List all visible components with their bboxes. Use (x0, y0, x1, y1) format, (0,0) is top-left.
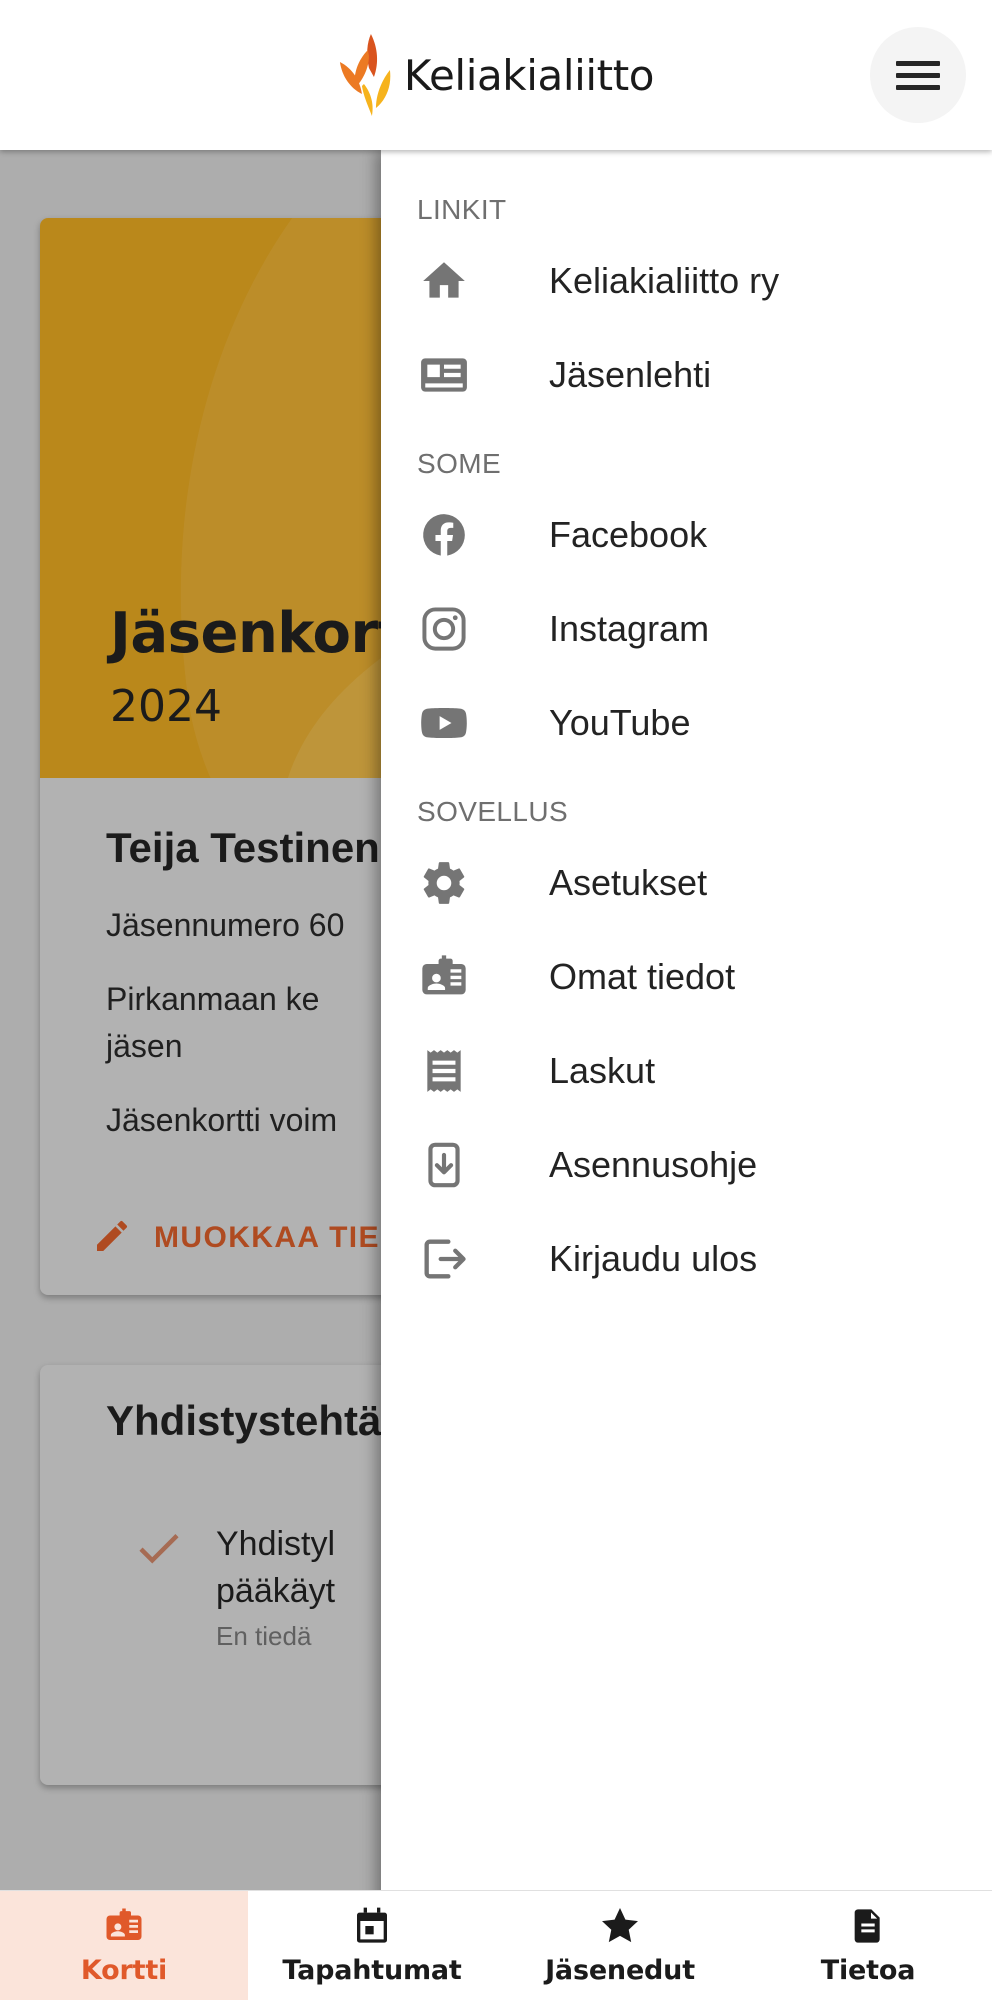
bottom-nav-label: Jäsenedut (545, 1955, 695, 1986)
home-icon (417, 254, 471, 308)
drawer-item-jasenlehti[interactable]: Jäsenlehti (381, 328, 992, 422)
star-icon (597, 1905, 643, 1947)
bottom-nav-label: Tapahtumat (282, 1955, 462, 1986)
id-badge-icon (417, 950, 471, 1004)
drawer-item-kirjaudu-ulos[interactable]: Kirjaudu ulos (381, 1212, 992, 1306)
drawer-item-keliakialiitto-ry[interactable]: Keliakialiitto ry (381, 234, 992, 328)
drawer-item-label: Laskut (549, 1050, 656, 1091)
drawer-section-label-some: SOME (417, 448, 502, 479)
bottom-navigation-bar: Kortti Tapahtumat Jäsenedut Tietoa (0, 1890, 992, 2000)
drawer-item-label: Asetukset (549, 862, 708, 903)
navigation-drawer: LINKIT Keliakialiitto ry Jäsenlehti SOME (381, 150, 992, 1910)
bottom-nav-label: Kortti (80, 1955, 168, 1986)
drawer-item-youtube[interactable]: YouTube (381, 676, 992, 770)
drawer-item-label: Kirjaudu ulos (549, 1238, 758, 1279)
bottom-nav-item-tapahtumat[interactable]: Tapahtumat (248, 1891, 496, 2000)
drawer-item-label: Jäsenlehti (549, 354, 712, 395)
drawer-item-label: Keliakialiitto ry (549, 260, 780, 301)
logout-icon (417, 1232, 471, 1286)
calendar-icon (352, 1905, 392, 1947)
youtube-icon (417, 696, 471, 750)
bottom-nav-item-tietoa[interactable]: Tietoa (744, 1891, 992, 2000)
brand: Keliakialiitto (338, 32, 654, 118)
article-reader-icon (417, 348, 471, 402)
drawer-item-asetukset[interactable]: Asetukset (381, 836, 992, 930)
drawer-item-label: Facebook (549, 514, 708, 555)
drawer-item-instagram[interactable]: Instagram (381, 582, 992, 676)
drawer-item-asennusohje[interactable]: Asennusohje (381, 1118, 992, 1212)
brand-name: Keliakialiitto (403, 50, 655, 100)
drawer-item-label: Instagram (549, 608, 710, 649)
bottom-nav-item-jasenedut[interactable]: Jäsenedut (496, 1891, 744, 2000)
drawer-item-facebook[interactable]: Facebook (381, 488, 992, 582)
wheat-logo-icon (338, 32, 400, 118)
hamburger-menu-button[interactable] (870, 27, 966, 123)
instagram-icon (417, 602, 471, 656)
facebook-icon (417, 508, 471, 562)
drawer-item-label: Asennusohje (549, 1144, 758, 1185)
app-header: Keliakialiitto (0, 0, 992, 150)
hamburger-menu-icon (896, 54, 940, 97)
document-icon (848, 1905, 888, 1947)
receipt-icon (417, 1044, 471, 1098)
id-card-icon (103, 1905, 145, 1947)
drawer-item-label: YouTube (549, 702, 691, 743)
bottom-nav-item-kortti[interactable]: Kortti (0, 1891, 248, 2000)
drawer-section-label-linkit: LINKIT (417, 194, 507, 225)
phone-download-icon (417, 1138, 471, 1192)
gear-icon (417, 856, 471, 910)
app-root: Jäsenkortti 2024 Teija Testinen Jäsennum… (0, 0, 992, 2000)
bottom-nav-label: Tietoa (820, 1955, 916, 1986)
drawer-item-omat-tiedot[interactable]: Omat tiedot (381, 930, 992, 1024)
drawer-item-label: Omat tiedot (549, 956, 736, 997)
drawer-item-laskut[interactable]: Laskut (381, 1024, 992, 1118)
drawer-section-label-sovellus: SOVELLUS (417, 796, 569, 827)
